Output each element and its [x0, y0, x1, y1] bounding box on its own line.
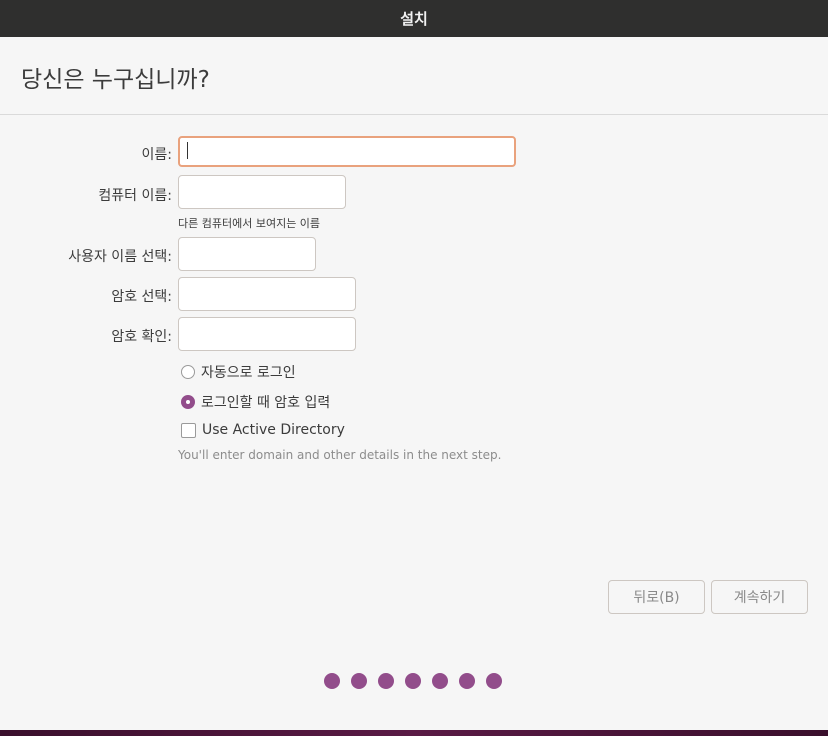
username-label: 사용자 이름 선택: — [68, 249, 172, 265]
name-label: 이름: — [141, 147, 172, 163]
progress-dot — [486, 673, 502, 689]
progress-dot — [405, 673, 421, 689]
progress-dot — [459, 673, 475, 689]
desktop-background-strip — [0, 730, 828, 736]
require-password-radio[interactable] — [181, 395, 195, 409]
require-password-label: 로그인할 때 암호 입력 — [201, 395, 331, 411]
progress-dot — [351, 673, 367, 689]
window-titlebar: 설치 — [0, 0, 828, 37]
active-directory-checkbox[interactable] — [181, 422, 196, 438]
confirm-password-label: 암호 확인: — [111, 329, 172, 345]
computer-name-label: 컴퓨터 이름: — [98, 188, 172, 204]
progress-dot — [432, 673, 448, 689]
progress-indicator — [324, 673, 502, 689]
auto-login-radio[interactable] — [181, 365, 195, 379]
username-input[interactable] — [178, 237, 316, 271]
progress-dot — [324, 673, 340, 689]
computer-name-hint: 다른 컴퓨터에서 보여지는 이름 — [178, 217, 321, 230]
require-password-option[interactable]: 로그인할 때 암호 입력 — [181, 392, 330, 412]
window-title: 설치 — [400, 10, 428, 28]
text-cursor — [187, 142, 188, 159]
back-button[interactable]: 뒤로(B) — [608, 580, 705, 614]
computer-name-input[interactable] — [178, 175, 346, 209]
active-directory-label: Use Active Directory — [202, 422, 345, 438]
progress-dot — [378, 673, 394, 689]
password-label: 암호 선택: — [111, 289, 172, 305]
password-input[interactable] — [178, 277, 356, 311]
page-title: 당신은 누구십니까? — [21, 67, 210, 93]
auto-login-option[interactable]: 자동으로 로그인 — [181, 362, 296, 382]
continue-button[interactable]: 계속하기 — [711, 580, 808, 614]
confirm-password-input[interactable] — [178, 317, 356, 351]
name-input[interactable] — [178, 136, 516, 167]
active-directory-option[interactable]: Use Active Directory — [181, 422, 345, 438]
active-directory-note: You'll enter domain and other details in… — [178, 448, 502, 462]
auto-login-label: 자동으로 로그인 — [201, 365, 296, 381]
header-divider — [0, 114, 828, 115]
